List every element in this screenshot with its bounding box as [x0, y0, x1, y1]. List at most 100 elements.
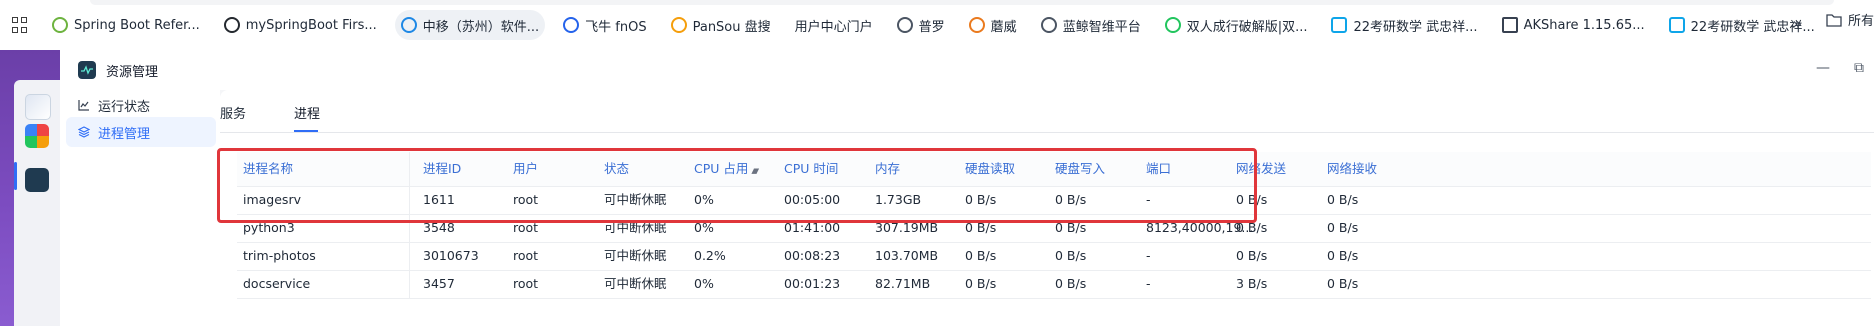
table-header-row: 进程名称 进程ID 用户 状态 CPU 占用 ▲▼ CPU 时间 内存 硬盘读取 硬盘写入 端口 网络… [237, 152, 1871, 187]
column-header[interactable]: 用户 [513, 161, 538, 176]
bookmark-label: PanSou 盘搜 [692, 19, 771, 35]
header-cell: CPU 时间 [784, 152, 838, 186]
table-row[interactable]: imagesrv 1611 root 可中断休眠 0% 00:05:00 1.73GB 0 B… [237, 186, 1871, 215]
table-cell: root [513, 192, 539, 207]
bookmark-label: 中移（苏州）软件... [422, 19, 540, 35]
column-header[interactable]: 内存 [875, 161, 900, 176]
bookmark-label: mySpringBoot Firs... [245, 17, 377, 33]
bookmark-item[interactable]: AKShare 1.15.65... [1496, 10, 1651, 40]
column-header[interactable]: 网络接收 [1327, 161, 1377, 176]
table-cell: 可中断休眠 [604, 248, 667, 263]
dock-app-resource-manager-icon[interactable] [25, 168, 49, 192]
table-cell: 0 B/s [965, 192, 997, 207]
table-cell: 0 B/s [965, 248, 997, 263]
cloud-icon [400, 17, 417, 33]
column-header[interactable]: 状态 [604, 161, 629, 176]
column-header[interactable]: 进程名称 [243, 161, 293, 176]
column-header[interactable]: CPU 时间 [784, 161, 838, 176]
header-cell: 进程ID [423, 152, 461, 186]
table-cell: 0 B/s [1236, 248, 1268, 263]
globe-icon [1040, 17, 1057, 33]
dock-app-launcher-icon[interactable] [25, 124, 49, 148]
bookmark-item[interactable]: 用户中心门户 [789, 10, 879, 40]
header-cell: 用户 [513, 152, 538, 186]
table-cell: docservice [243, 276, 311, 291]
column-header[interactable]: 硬盘写入 [1055, 161, 1105, 176]
sidebar-item-label: 运行状态 [98, 99, 151, 115]
bookmark-label: 22考研数学 武忠祥... [1353, 19, 1478, 35]
book-icon [1501, 17, 1518, 33]
bookmark-label: AKShare 1.15.65... [1523, 17, 1645, 33]
header-cell: 硬盘写入 [1055, 152, 1105, 186]
header-cell: 网络发送 [1236, 152, 1286, 186]
header-cell: 状态 [604, 152, 629, 186]
table-cell: - [1146, 276, 1151, 291]
bilibili-icon [1668, 17, 1685, 33]
bookmarks-overflow-chevron-icon[interactable]: » [1792, 14, 1802, 33]
location-pin-icon [968, 17, 985, 33]
table-cell: 00:08:23 [784, 248, 841, 263]
fnos-icon [563, 17, 580, 33]
bookmark-label: 蓝鲸智维平台 [1062, 19, 1141, 35]
table-cell: 可中断休眠 [604, 192, 667, 207]
column-header[interactable]: 网络发送 [1236, 161, 1286, 176]
table-cell: 01:41:00 [784, 220, 841, 235]
bookmark-item[interactable]: 双人成行破解版|双... [1159, 10, 1314, 40]
column-header[interactable]: 硬盘读取 [965, 161, 1015, 176]
table-cell: 3548 [423, 220, 455, 235]
header-cell: 端口 [1146, 152, 1171, 186]
bookmark-item[interactable]: 蘑威 [963, 10, 1023, 40]
table-cell: 0 B/s [965, 276, 997, 291]
bilibili-icon [1331, 17, 1348, 33]
bookmark-item[interactable]: PanSou 盘搜 [665, 10, 777, 40]
table-cell: 0.2% [694, 248, 726, 263]
layers-icon [78, 126, 90, 138]
bookmark-item[interactable]: 飞牛 fnOS [557, 10, 652, 40]
column-divider [409, 242, 410, 270]
resource-manager-app-icon [78, 61, 96, 79]
table-cell: python3 [243, 220, 295, 235]
minimize-button[interactable]: — [1816, 60, 1830, 76]
table-cell: 307.19MB [875, 220, 939, 235]
bookmark-item[interactable]: 中移（苏州）软件... [394, 10, 546, 40]
bookmark-item[interactable]: mySpringBoot Firs... [218, 10, 383, 40]
table-row[interactable]: python3 3548 root 可中断休眠 0% 01:41:00 307.19MB 0 … [237, 214, 1871, 243]
active-tab-underline [294, 130, 318, 132]
tab-bar: 服务 进程 [220, 90, 1874, 133]
sidebar-item-process-management[interactable]: 进程管理 [66, 117, 216, 147]
bookmark-item[interactable]: 22考研数学 武忠祥... [1325, 10, 1483, 40]
tab-processes[interactable]: 进程 [294, 103, 320, 122]
column-header[interactable]: 进程ID [423, 161, 461, 176]
table-row[interactable]: trim-photos 3010673 root 可中断休眠 0.2% 00:08:23 1… [237, 242, 1871, 271]
sort-arrows-icon[interactable]: ▲▼ [751, 167, 759, 175]
all-bookmarks-label: 所有 [1847, 14, 1874, 29]
maximize-button[interactable]: ⧉ [1854, 60, 1864, 76]
all-bookmarks-folder[interactable]: 所有 [1826, 10, 1874, 29]
table-cell: 1611 [423, 192, 455, 207]
table-cell: imagesrv [243, 192, 301, 207]
column-divider [409, 152, 410, 186]
table-row[interactable]: docservice 3457 root 可中断休眠 0% 00:01:23 82.71MB… [237, 270, 1871, 299]
dock-active-indicator [14, 162, 17, 190]
table-cell: 0% [694, 220, 714, 235]
sidebar-item-running-status[interactable]: 运行状态 [66, 90, 216, 120]
table-cell: 0 B/s [1327, 248, 1359, 263]
table-cell: 可中断休眠 [604, 220, 667, 235]
header-cell: 内存 [875, 152, 900, 186]
apps-grid-icon[interactable] [12, 17, 28, 33]
bookmark-item[interactable]: 普罗 [891, 10, 951, 40]
bookmark-item[interactable]: 蓝鲸智维平台 [1035, 10, 1147, 40]
chart-line-icon [78, 100, 89, 111]
column-header[interactable]: CPU 占用 [694, 161, 748, 176]
tab-services[interactable]: 服务 [220, 103, 246, 122]
bookmark-label: Spring Boot Refer... [74, 17, 200, 33]
bookmark-item[interactable]: Spring Boot Refer... [46, 10, 206, 40]
header-cell: CPU 占用 ▲▼ [694, 152, 759, 186]
table-cell: 0 B/s [1055, 276, 1087, 291]
folder-icon [1826, 13, 1842, 27]
dock-app-monitor-icon[interactable] [25, 94, 51, 120]
table-cell: 00:01:23 [784, 276, 841, 291]
column-header[interactable]: 端口 [1146, 161, 1171, 176]
bookmark-label: 飞牛 fnOS [585, 19, 647, 35]
window-title: 资源管理 [106, 64, 159, 80]
